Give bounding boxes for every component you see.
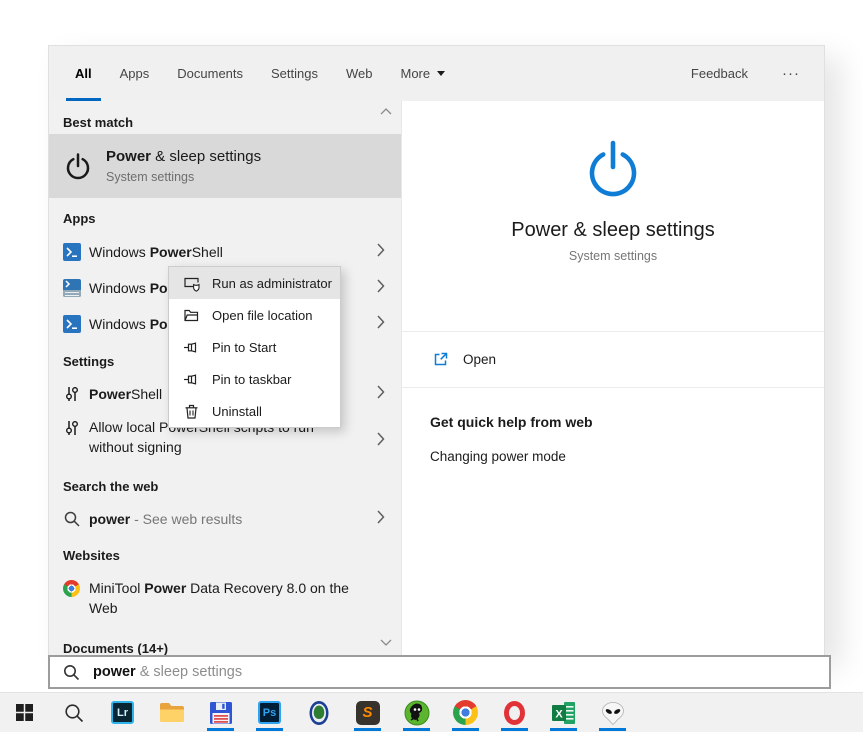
- power-icon: [63, 151, 93, 181]
- scroll-up-arrow[interactable]: [380, 108, 392, 115]
- start-button[interactable]: [0, 693, 49, 732]
- chevron-right-icon[interactable]: [371, 510, 385, 529]
- taskbar-photoshop-button[interactable]: Ps: [245, 693, 294, 732]
- chevron-right-icon[interactable]: [371, 385, 385, 404]
- foobar2000-icon: [601, 701, 625, 725]
- taskbar-search-button[interactable]: [49, 693, 98, 732]
- tab-web[interactable]: Web: [346, 46, 373, 101]
- taskbar-foobar-button[interactable]: [588, 693, 637, 732]
- chevron-right-icon[interactable]: [371, 315, 385, 334]
- open-action-row[interactable]: Open: [402, 332, 824, 388]
- run-as-admin-icon: [183, 275, 200, 292]
- search-input[interactable]: power & sleep settings: [48, 655, 831, 689]
- menu-item-open-file-location[interactable]: Open file location: [169, 299, 340, 331]
- options-ellipsis-button[interactable]: ···: [782, 65, 800, 82]
- section-header-search-web: Search the web: [49, 465, 401, 501]
- filter-tabbar: All Apps Documents Settings Web More Fee…: [49, 46, 824, 101]
- menu-item-run-as-administrator[interactable]: Run as administrator: [169, 267, 340, 299]
- tab-more[interactable]: More: [401, 46, 446, 101]
- open-external-icon: [432, 351, 449, 368]
- section-header-websites: Websites: [49, 537, 401, 570]
- folder-icon: [159, 702, 185, 723]
- file-location-icon: [183, 307, 200, 324]
- taskbar-oval-app-button[interactable]: [294, 693, 343, 732]
- tab-all[interactable]: All: [75, 46, 92, 101]
- excel-icon: X: [551, 701, 577, 725]
- menu-item-pin-to-start[interactable]: Pin to Start: [169, 331, 340, 363]
- quick-help-block: Get quick help from web Changing power m…: [402, 388, 824, 490]
- pin-icon: [183, 339, 200, 356]
- pin-icon: [183, 371, 200, 388]
- taskbar-chrome-button[interactable]: [441, 693, 490, 732]
- opera-icon: [504, 701, 525, 725]
- open-action-label: Open: [463, 352, 496, 367]
- chevron-right-icon[interactable]: [371, 243, 385, 262]
- scroll-down-arrow[interactable]: [380, 639, 392, 646]
- taskbar-lightroom-button[interactable]: Lr: [98, 693, 147, 732]
- powershell-icon: [63, 315, 81, 333]
- taskbar-excel-button[interactable]: X: [539, 693, 588, 732]
- trash-icon: [183, 403, 200, 420]
- search-icon: [63, 510, 81, 528]
- preview-subtitle: System settings: [402, 249, 824, 263]
- section-header-apps: Apps: [49, 198, 401, 234]
- powershell-ise-icon: [63, 279, 81, 297]
- result-row-windows-powershell[interactable]: Windows PowerShell: [49, 234, 401, 270]
- quick-help-header: Get quick help from web: [430, 414, 796, 430]
- powershell-icon: [63, 243, 81, 261]
- settings-sliders-icon: [63, 419, 81, 437]
- best-match-row[interactable]: Power & sleep settings System settings: [49, 134, 401, 198]
- taskbar-opera-button[interactable]: [490, 693, 539, 732]
- settings-sliders-icon: [63, 385, 81, 403]
- tab-documents[interactable]: Documents: [177, 46, 243, 101]
- taskbar-floppy-app-button[interactable]: [196, 693, 245, 732]
- search-icon: [64, 703, 84, 723]
- search-flyout-window: All Apps Documents Settings Web More Fee…: [48, 45, 825, 656]
- chevron-right-icon[interactable]: [371, 279, 385, 298]
- taskbar-file-explorer-button[interactable]: [147, 693, 196, 732]
- chrome-icon: [453, 700, 478, 725]
- taskbar-green-app-button[interactable]: [392, 693, 441, 732]
- result-row-web-search[interactable]: power - See web results: [49, 501, 401, 537]
- photoshop-icon: Ps: [258, 701, 281, 724]
- preview-panel: Power & sleep settings System settings O…: [401, 101, 824, 655]
- menu-item-pin-to-taskbar[interactable]: Pin to taskbar: [169, 363, 340, 395]
- lightroom-icon: Lr: [111, 701, 134, 724]
- tab-apps[interactable]: Apps: [120, 46, 150, 101]
- chevron-right-icon[interactable]: [371, 432, 385, 451]
- power-icon-large: [581, 137, 645, 201]
- oval-app-icon: [308, 700, 330, 726]
- sublime-text-icon: S: [356, 701, 380, 725]
- floppy-disk-icon: [209, 701, 233, 725]
- taskbar: Lr Ps S: [0, 692, 863, 732]
- feedback-button[interactable]: Feedback: [691, 66, 748, 81]
- search-icon: [63, 664, 80, 681]
- search-typed-text: power: [93, 664, 136, 680]
- preview-title: Power & sleep settings: [402, 219, 824, 242]
- context-menu: Run as administrator Open file location …: [168, 266, 341, 428]
- svg-text:X: X: [555, 708, 563, 720]
- search-suggestion-text: & sleep settings: [136, 664, 242, 680]
- chrome-icon: [63, 580, 81, 598]
- result-row-website[interactable]: MiniTool Power Data Recovery 8.0 on the …: [49, 570, 401, 630]
- section-header-best-match: Best match: [49, 101, 401, 134]
- quick-help-link[interactable]: Changing power mode: [430, 449, 796, 464]
- menu-item-uninstall[interactable]: Uninstall: [169, 395, 340, 427]
- preview-hero: Power & sleep settings System settings: [402, 137, 824, 332]
- tab-settings[interactable]: Settings: [271, 46, 318, 101]
- best-match-subtitle: System settings: [106, 170, 261, 184]
- taskbar-sublime-button[interactable]: S: [343, 693, 392, 732]
- chevron-down-icon: [437, 71, 445, 76]
- green-app-icon: [404, 700, 430, 726]
- windows-logo-icon: [16, 704, 33, 721]
- best-match-title: Power & sleep settings: [106, 148, 261, 166]
